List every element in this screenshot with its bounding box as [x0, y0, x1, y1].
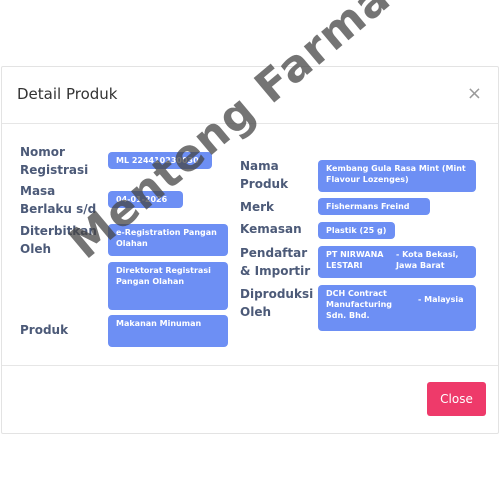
importir-name: PT NIRWANA LESTARI	[326, 250, 384, 270]
modal-title: Detail Produk	[17, 85, 118, 103]
pendaftar-importir-label: Pendaftar & Importir	[240, 246, 311, 278]
close-icon[interactable]: ×	[467, 85, 482, 103]
merk-label: Merk	[240, 200, 274, 214]
nama-produk-label: Nama Produk	[240, 159, 289, 191]
diterbitkan-value-2: Direktorat Registrasi Pangan Olahan	[108, 262, 228, 310]
nama-produk-value: Kembang Gula Rasa Mint (Mint Flavour Loz…	[318, 160, 476, 192]
merk-value: Fishermans Freind	[318, 198, 430, 215]
manufacturer-name: DCH Contract Manufacturing Sdn. Bhd.	[326, 289, 392, 320]
kemasan-value: Plastik (25 g)	[318, 222, 395, 239]
nomor-registrasi-label: Nomor Registrasi	[20, 145, 89, 177]
close-button[interactable]: Close	[427, 382, 486, 416]
importir-location: - Kota Bekasi, Jawa Barat	[396, 250, 459, 270]
produk-value: Makanan Minuman	[108, 315, 228, 347]
produk-label: Produk	[20, 323, 69, 337]
manufacturer-country: - Malaysia	[418, 295, 464, 304]
kemasan-label: Kemasan	[240, 222, 302, 236]
modal-footer: Close	[2, 365, 498, 434]
pendaftar-importir-value: PT NIRWANA LESTARI - Kota Bekasi, Jawa B…	[318, 246, 476, 278]
diproduksi-oleh-label: Diproduksi Oleh	[240, 287, 314, 319]
diproduksi-oleh-value: DCH Contract Manufacturing Sdn. Bhd. - M…	[318, 285, 476, 331]
